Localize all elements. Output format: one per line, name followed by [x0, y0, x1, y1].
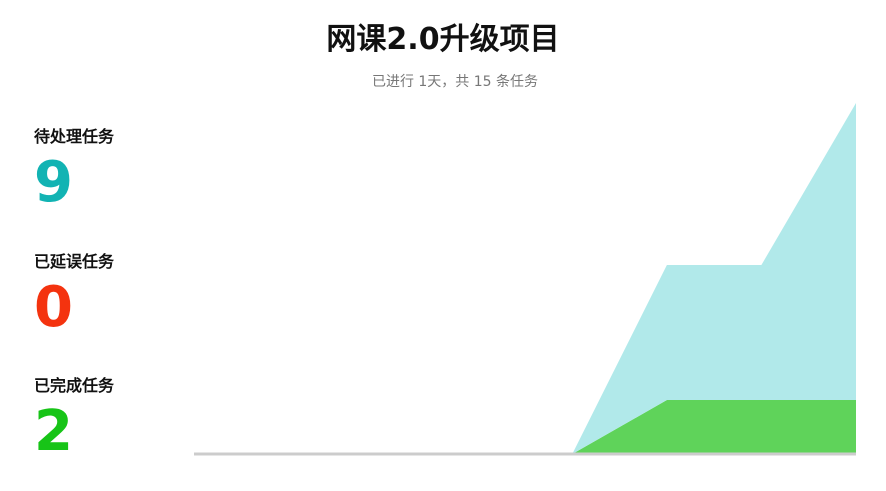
- project-dashboard: 网课2.0升级项目 已进行 1天，共 15 条任务 待处理任务 9 已延误任务 …: [0, 0, 886, 491]
- area-series-1: [194, 400, 856, 454]
- task-progress-chart: [194, 103, 856, 456]
